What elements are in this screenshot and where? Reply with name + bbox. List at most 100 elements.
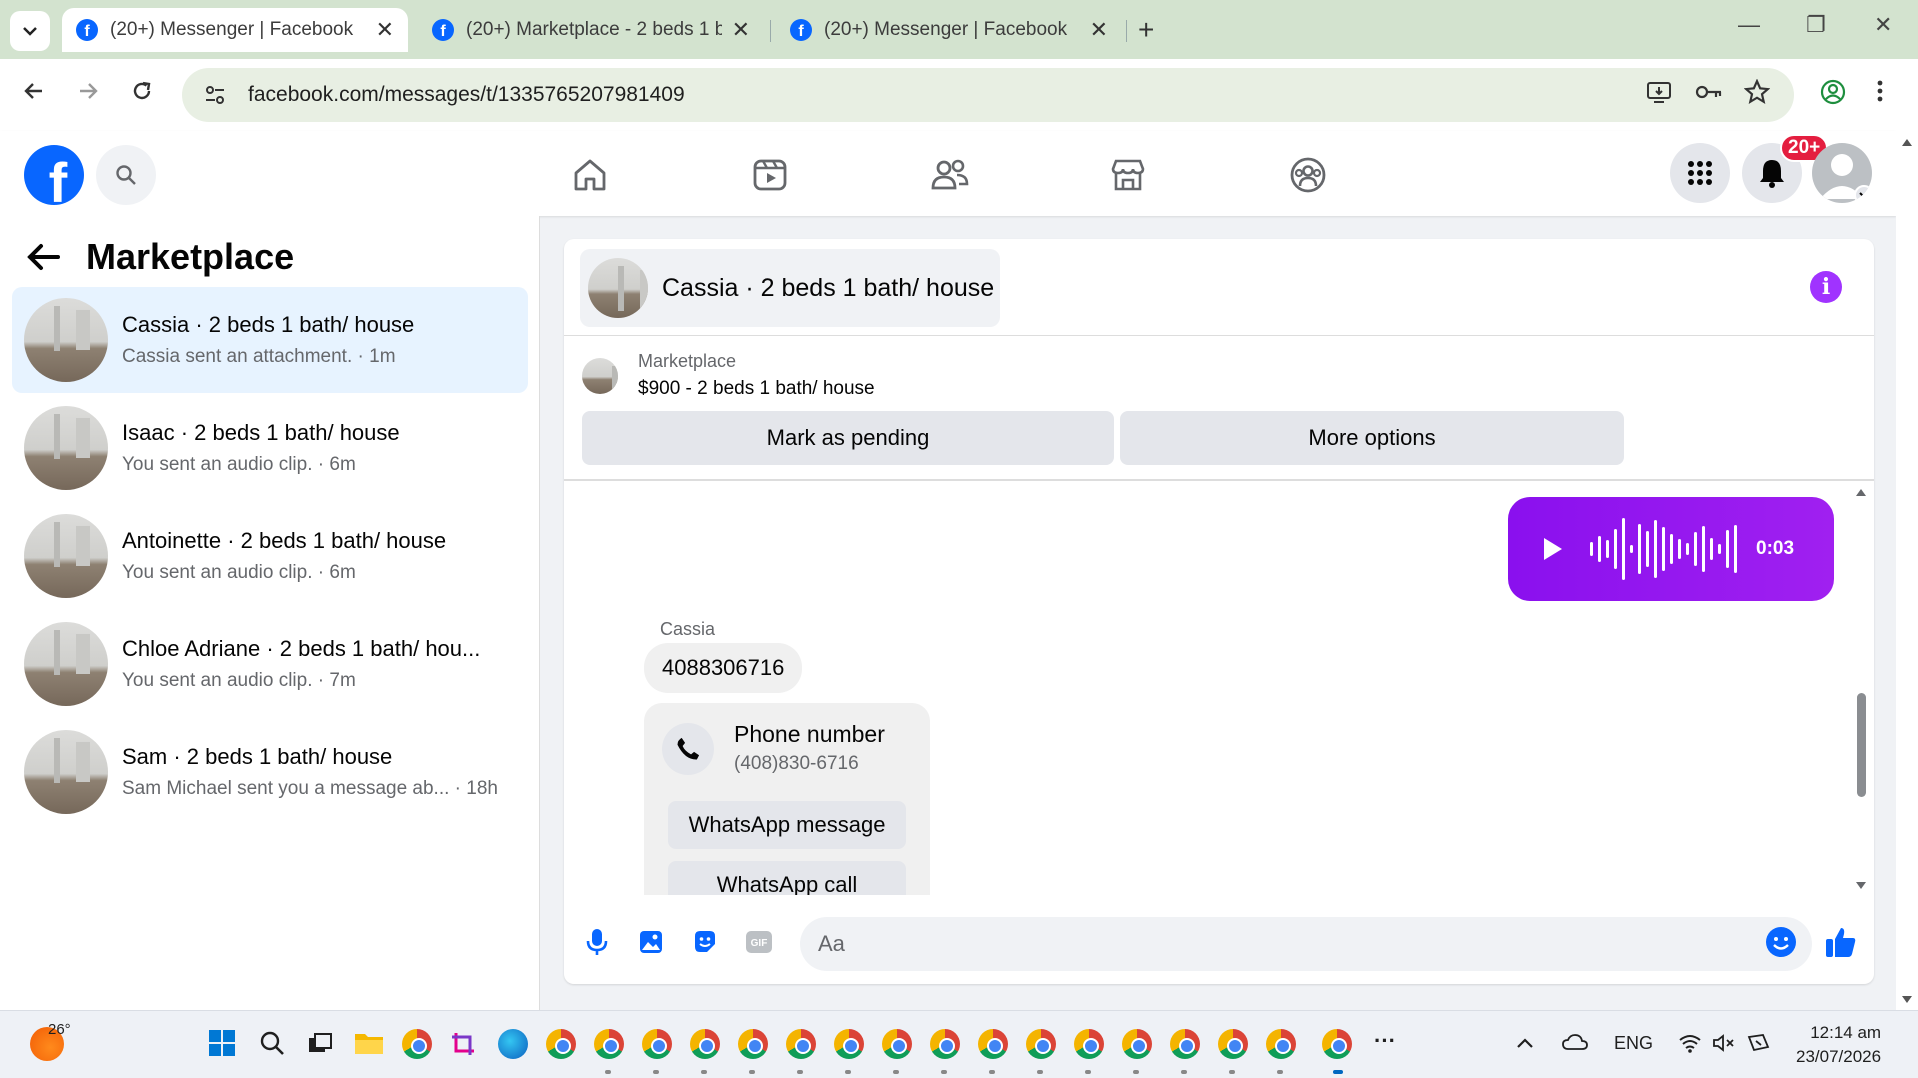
back-arrow-icon[interactable]: [26, 242, 60, 272]
whatsapp-message-button[interactable]: WhatsApp message: [668, 801, 906, 849]
close-window-button[interactable]: ✕: [1874, 12, 1892, 38]
system-clock[interactable]: 12:14 am 23/07/2026: [1796, 1021, 1881, 1069]
search-button[interactable]: [96, 145, 156, 205]
chevron-down-icon: [23, 27, 37, 36]
photo-icon[interactable]: [634, 925, 668, 959]
conversation-subtitle: You sent an audio clip. · 6m: [122, 454, 356, 475]
scroll-up-arrow-icon[interactable]: [1855, 487, 1867, 497]
mark-as-pending-button[interactable]: Mark as pending: [582, 411, 1114, 465]
back-button[interactable]: [22, 79, 46, 110]
close-tab-icon[interactable]: ✕: [732, 17, 750, 43]
account-avatar[interactable]: [1812, 143, 1872, 203]
play-icon[interactable]: [1544, 538, 1562, 560]
chrome-profile-icon[interactable]: [594, 1029, 624, 1059]
tab-search-button[interactable]: [10, 11, 50, 51]
home-nav[interactable]: [566, 151, 614, 199]
incoming-message-bubble[interactable]: 4088306716: [644, 643, 803, 693]
task-view-icon[interactable]: [306, 1029, 336, 1059]
conversation-item-isaac[interactable]: Isaac · 2 beds 1 bath/ house You sent an…: [12, 395, 528, 501]
tray-overflow-chevron-icon[interactable]: [1516, 1033, 1534, 1054]
restore-button[interactable]: ❐: [1806, 12, 1826, 38]
onedrive-cloud-icon[interactable]: [1562, 1033, 1588, 1056]
battery-icon[interactable]: [1746, 1033, 1772, 1058]
scroll-up-arrow-icon[interactable]: [1901, 137, 1913, 147]
close-tab-icon[interactable]: ✕: [376, 17, 394, 43]
chrome-profile-icon[interactable]: [1170, 1029, 1200, 1059]
thumbs-up-icon[interactable]: [1822, 925, 1860, 959]
minimize-button[interactable]: —: [1738, 12, 1760, 38]
scroll-down-arrow-icon[interactable]: [1855, 881, 1867, 891]
chrome-profile-icon[interactable]: [834, 1029, 864, 1059]
browser-tab-marketplace[interactable]: f (20+) Marketplace - 2 beds 1 ba ✕: [418, 8, 764, 52]
search-icon[interactable]: [258, 1029, 288, 1059]
close-tab-icon[interactable]: ✕: [1090, 17, 1108, 43]
menu-button[interactable]: [1670, 143, 1730, 203]
whatsapp-call-button[interactable]: WhatsApp call: [668, 861, 906, 895]
new-tab-button[interactable]: +: [1138, 14, 1154, 46]
emoji-icon[interactable]: [1764, 925, 1798, 959]
browser-tab-messenger[interactable]: f (20+) Messenger | Facebook ✕: [62, 8, 408, 52]
chrome-profile-icon[interactable]: [690, 1029, 720, 1059]
microphone-icon[interactable]: [580, 925, 614, 959]
header-divider: [564, 335, 1874, 336]
message-scrollbar[interactable]: [1854, 483, 1868, 895]
scroll-down-arrow-icon[interactable]: [1901, 995, 1913, 1005]
chrome-profile-icon[interactable]: [786, 1029, 816, 1059]
wifi-icon[interactable]: [1678, 1033, 1702, 1058]
message-input[interactable]: Aa: [800, 917, 1812, 971]
chrome-profile-icon[interactable]: [1074, 1029, 1104, 1059]
chrome-profile-icon[interactable]: [642, 1029, 672, 1059]
audio-clip-message[interactable]: 0:03: [1508, 497, 1834, 601]
scrollbar-thumb[interactable]: [1857, 693, 1866, 797]
conversation-item-chloe[interactable]: Chloe Adriane · 2 beds 1 bath/ hou... Yo…: [12, 611, 528, 717]
reload-button[interactable]: [130, 79, 154, 110]
friends-nav[interactable]: [926, 151, 974, 199]
chrome-profile-icon[interactable]: [882, 1029, 912, 1059]
listing-summary[interactable]: Marketplace $900 - 2 beds 1 bath/ house: [582, 351, 875, 400]
forward-button[interactable]: [76, 79, 100, 110]
volume-muted-icon[interactable]: [1712, 1033, 1736, 1058]
conversation-info-icon[interactable]: i: [1810, 271, 1842, 303]
chrome-profile-icon[interactable]: [930, 1029, 960, 1059]
chrome-profile-icon[interactable]: [738, 1029, 768, 1059]
address-bar[interactable]: facebook.com/messages/t/1335765207981409: [182, 68, 1794, 122]
bookmark-star-icon[interactable]: [1743, 78, 1771, 112]
page-scrollbar[interactable]: [1896, 131, 1918, 1010]
password-key-icon[interactable]: [1694, 79, 1724, 112]
conversation-item-cassia[interactable]: Cassia · 2 beds 1 bath/ house Cassia sen…: [12, 287, 528, 393]
message-list[interactable]: 0:03 Cassia 4088306716 Phone number (408…: [564, 483, 1874, 895]
profile-icon[interactable]: [1820, 79, 1846, 112]
chrome-profile-icon[interactable]: [1266, 1029, 1296, 1059]
browser-tab-messenger-2[interactable]: f (20+) Messenger | Facebook ✕: [776, 8, 1122, 52]
windows-taskbar: 26° ··· ENG 12:14 am 23/07/2026: [0, 1010, 1918, 1078]
start-windows-icon[interactable]: [208, 1029, 238, 1059]
snipping-tool-icon[interactable]: [450, 1029, 480, 1059]
marketplace-nav[interactable]: [1104, 151, 1152, 199]
edge-icon[interactable]: [498, 1029, 528, 1059]
sticker-icon[interactable]: [688, 925, 722, 959]
chrome-icon[interactable]: [546, 1029, 576, 1059]
chrome-icon[interactable]: [402, 1029, 432, 1059]
chat-title: Cassia · 2 beds 1 bath/ house: [662, 273, 995, 302]
install-app-icon[interactable]: [1646, 79, 1672, 112]
gif-icon[interactable]: GIF: [742, 925, 776, 959]
chrome-profile-icon[interactable]: [1218, 1029, 1248, 1059]
more-options-button[interactable]: More options: [1120, 411, 1624, 465]
conversation-item-sam[interactable]: Sam · 2 beds 1 bath/ house Sam Michael s…: [12, 719, 528, 825]
chrome-profile-icon[interactable]: [1026, 1029, 1056, 1059]
groups-nav[interactable]: [1284, 151, 1332, 199]
site-info-icon[interactable]: [200, 80, 230, 110]
chat-header[interactable]: Cassia · 2 beds 1 bath/ house: [580, 249, 1000, 327]
file-explorer-icon[interactable]: [354, 1029, 384, 1059]
language-indicator[interactable]: ENG: [1614, 1033, 1653, 1054]
chrome-profile-icon[interactable]: [978, 1029, 1008, 1059]
svg-text:GIF: GIF: [751, 938, 768, 949]
conversation-item-antoinette[interactable]: Antoinette · 2 beds 1 bath/ house You se…: [12, 503, 528, 609]
chrome-active-icon[interactable]: [1322, 1029, 1352, 1059]
video-nav[interactable]: [746, 151, 794, 199]
facebook-favicon-icon: f: [432, 19, 454, 41]
browser-menu-icon[interactable]: [1876, 79, 1884, 110]
chrome-profile-icon[interactable]: [1122, 1029, 1152, 1059]
more-apps-icon[interactable]: ···: [1370, 1029, 1400, 1059]
facebook-logo-icon[interactable]: f: [24, 145, 84, 205]
